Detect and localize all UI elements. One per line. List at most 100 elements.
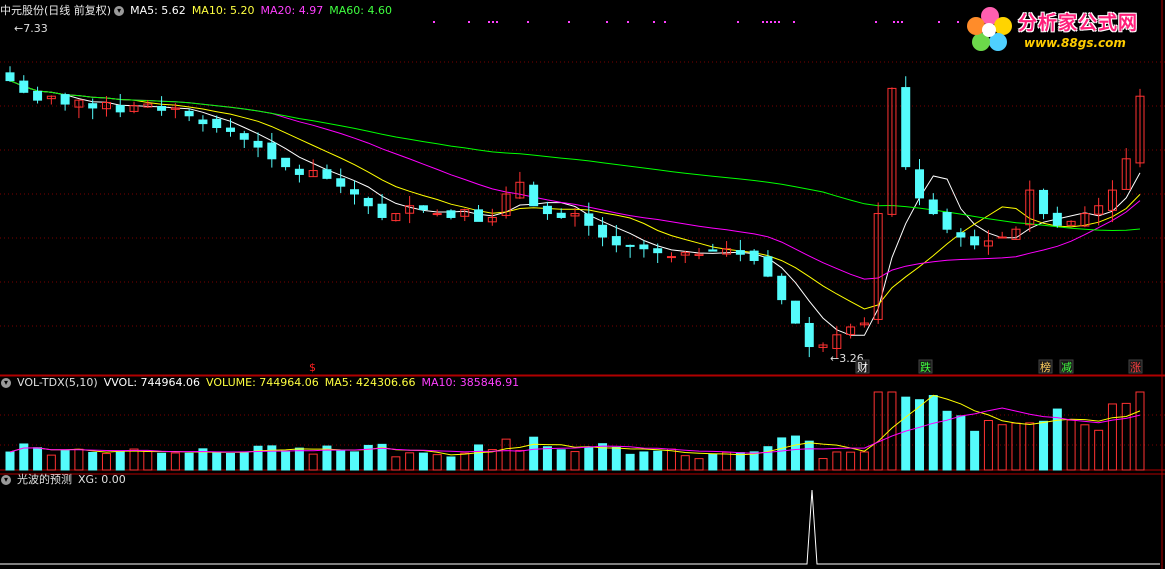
chart-window: ←7.33 ←3.26 $ 财跌榜减涨 中元股份(日线 前复权) ▾ MA5: 5.62 M… [0, 0, 1165, 569]
candle [598, 224, 608, 238]
candle [639, 244, 649, 250]
vol-name-label: VOL-TDX(5,10) [17, 376, 98, 389]
volume-bar [184, 452, 194, 471]
candle [901, 87, 911, 168]
xg-label: XG: 0.00 [78, 473, 126, 486]
volume-bar [239, 452, 249, 471]
candle [611, 236, 621, 246]
volume-bar [1039, 420, 1049, 471]
volume-bar [859, 451, 869, 471]
ma20-line [9, 80, 1141, 280]
candle [956, 232, 966, 238]
event-label: $ [309, 361, 316, 374]
volume-bar [832, 451, 842, 471]
volume-bar [584, 447, 594, 471]
volume-bar [225, 452, 235, 471]
volume-bar [570, 451, 580, 471]
volume-bar [790, 435, 800, 471]
volume-bar [804, 440, 814, 471]
candle [790, 300, 800, 324]
volume-bar [60, 449, 70, 471]
candle [708, 249, 718, 252]
grid-lines [0, 0, 1165, 569]
logo-title: 分析家公式网 [1018, 12, 1139, 34]
volume-bar [680, 455, 690, 471]
volume-bar [556, 449, 566, 471]
signal-dot [433, 21, 435, 23]
volume-bar [460, 452, 470, 471]
volume-bar [542, 446, 552, 471]
candle [625, 244, 635, 247]
volume-bar [1094, 429, 1104, 471]
signal-dot [938, 21, 940, 23]
high-price-marker: ←7.33 [14, 22, 48, 35]
signal-dot [568, 21, 570, 23]
volume-bar [846, 451, 856, 471]
ma10-line [9, 80, 1141, 310]
xg-indicator-line [0, 489, 1160, 565]
volume-bar [101, 453, 111, 471]
signal-dot [893, 21, 895, 23]
candle [777, 275, 787, 301]
candle [763, 256, 773, 277]
candle [253, 140, 263, 148]
signal-dot [737, 21, 739, 23]
settings-dropdown-icon[interactable]: ▾ [114, 6, 125, 16]
candle [529, 184, 539, 207]
volume-bar [1011, 422, 1021, 471]
logo-url[interactable]: www.88gs.com [1024, 36, 1126, 50]
main-panel-header: 中元股份(日线 前复权) ▾ MA5: 5.62 MA10: 5.20 MA20: 4.… [0, 3, 398, 19]
volume-bar [474, 444, 484, 471]
volume-bar [722, 451, 732, 471]
signal-dot [527, 21, 529, 23]
volume-bar [418, 452, 428, 471]
volume-bar [1121, 402, 1131, 471]
volume-bar [74, 448, 84, 471]
volume-bar [1025, 422, 1035, 471]
candle [653, 248, 663, 254]
settings-dropdown-icon[interactable]: ▾ [1, 475, 11, 485]
volume-bar [625, 453, 635, 471]
volume-bar [446, 456, 456, 471]
volume-bar [928, 395, 938, 471]
candlestick-series [5, 66, 1145, 359]
volume-bar [708, 453, 718, 471]
settings-dropdown-icon[interactable]: ▾ [1, 378, 11, 388]
volume-bar [432, 454, 442, 471]
candle [666, 256, 676, 259]
volume-bar [129, 448, 139, 471]
volume-bar [170, 452, 180, 471]
volume-bar [639, 451, 649, 471]
volume-bar [46, 454, 56, 471]
event-label: 榜 [1040, 360, 1051, 374]
candle [350, 189, 360, 195]
candle [294, 168, 304, 175]
volume-panel-header: ▾ VOL-TDX(5,10) VVOL: 744964.06 VOLUME: 744… [0, 375, 525, 391]
volume-bar [281, 450, 291, 471]
candle [804, 322, 814, 348]
candle [336, 178, 346, 187]
volume-bar [529, 436, 539, 471]
volume-bar [267, 445, 277, 471]
chart-canvas[interactable]: ←7.33←3.26$ 财跌榜减涨 [0, 0, 1165, 569]
volume-bar [1135, 391, 1145, 471]
candle [997, 236, 1007, 239]
indicator-panel-header: ▾ 光波的预测 XG: 0.00 [0, 472, 132, 488]
signal-dot [901, 21, 903, 23]
candle [474, 209, 484, 222]
volume-bar [873, 391, 883, 471]
flower-logo-icon [967, 7, 1012, 51]
candle [432, 213, 442, 216]
volume-bar [611, 446, 621, 471]
volume-bar [253, 445, 263, 471]
candle [584, 213, 594, 226]
vol-ma5-label: MA5: 424306.66 [324, 376, 416, 389]
candle [322, 169, 332, 179]
signal-dot [653, 21, 655, 23]
volume-bar [818, 458, 828, 471]
candle [115, 105, 125, 113]
volume-bar [157, 452, 167, 471]
candle [1039, 189, 1049, 215]
candle [749, 250, 759, 261]
volume-bar [391, 456, 401, 471]
